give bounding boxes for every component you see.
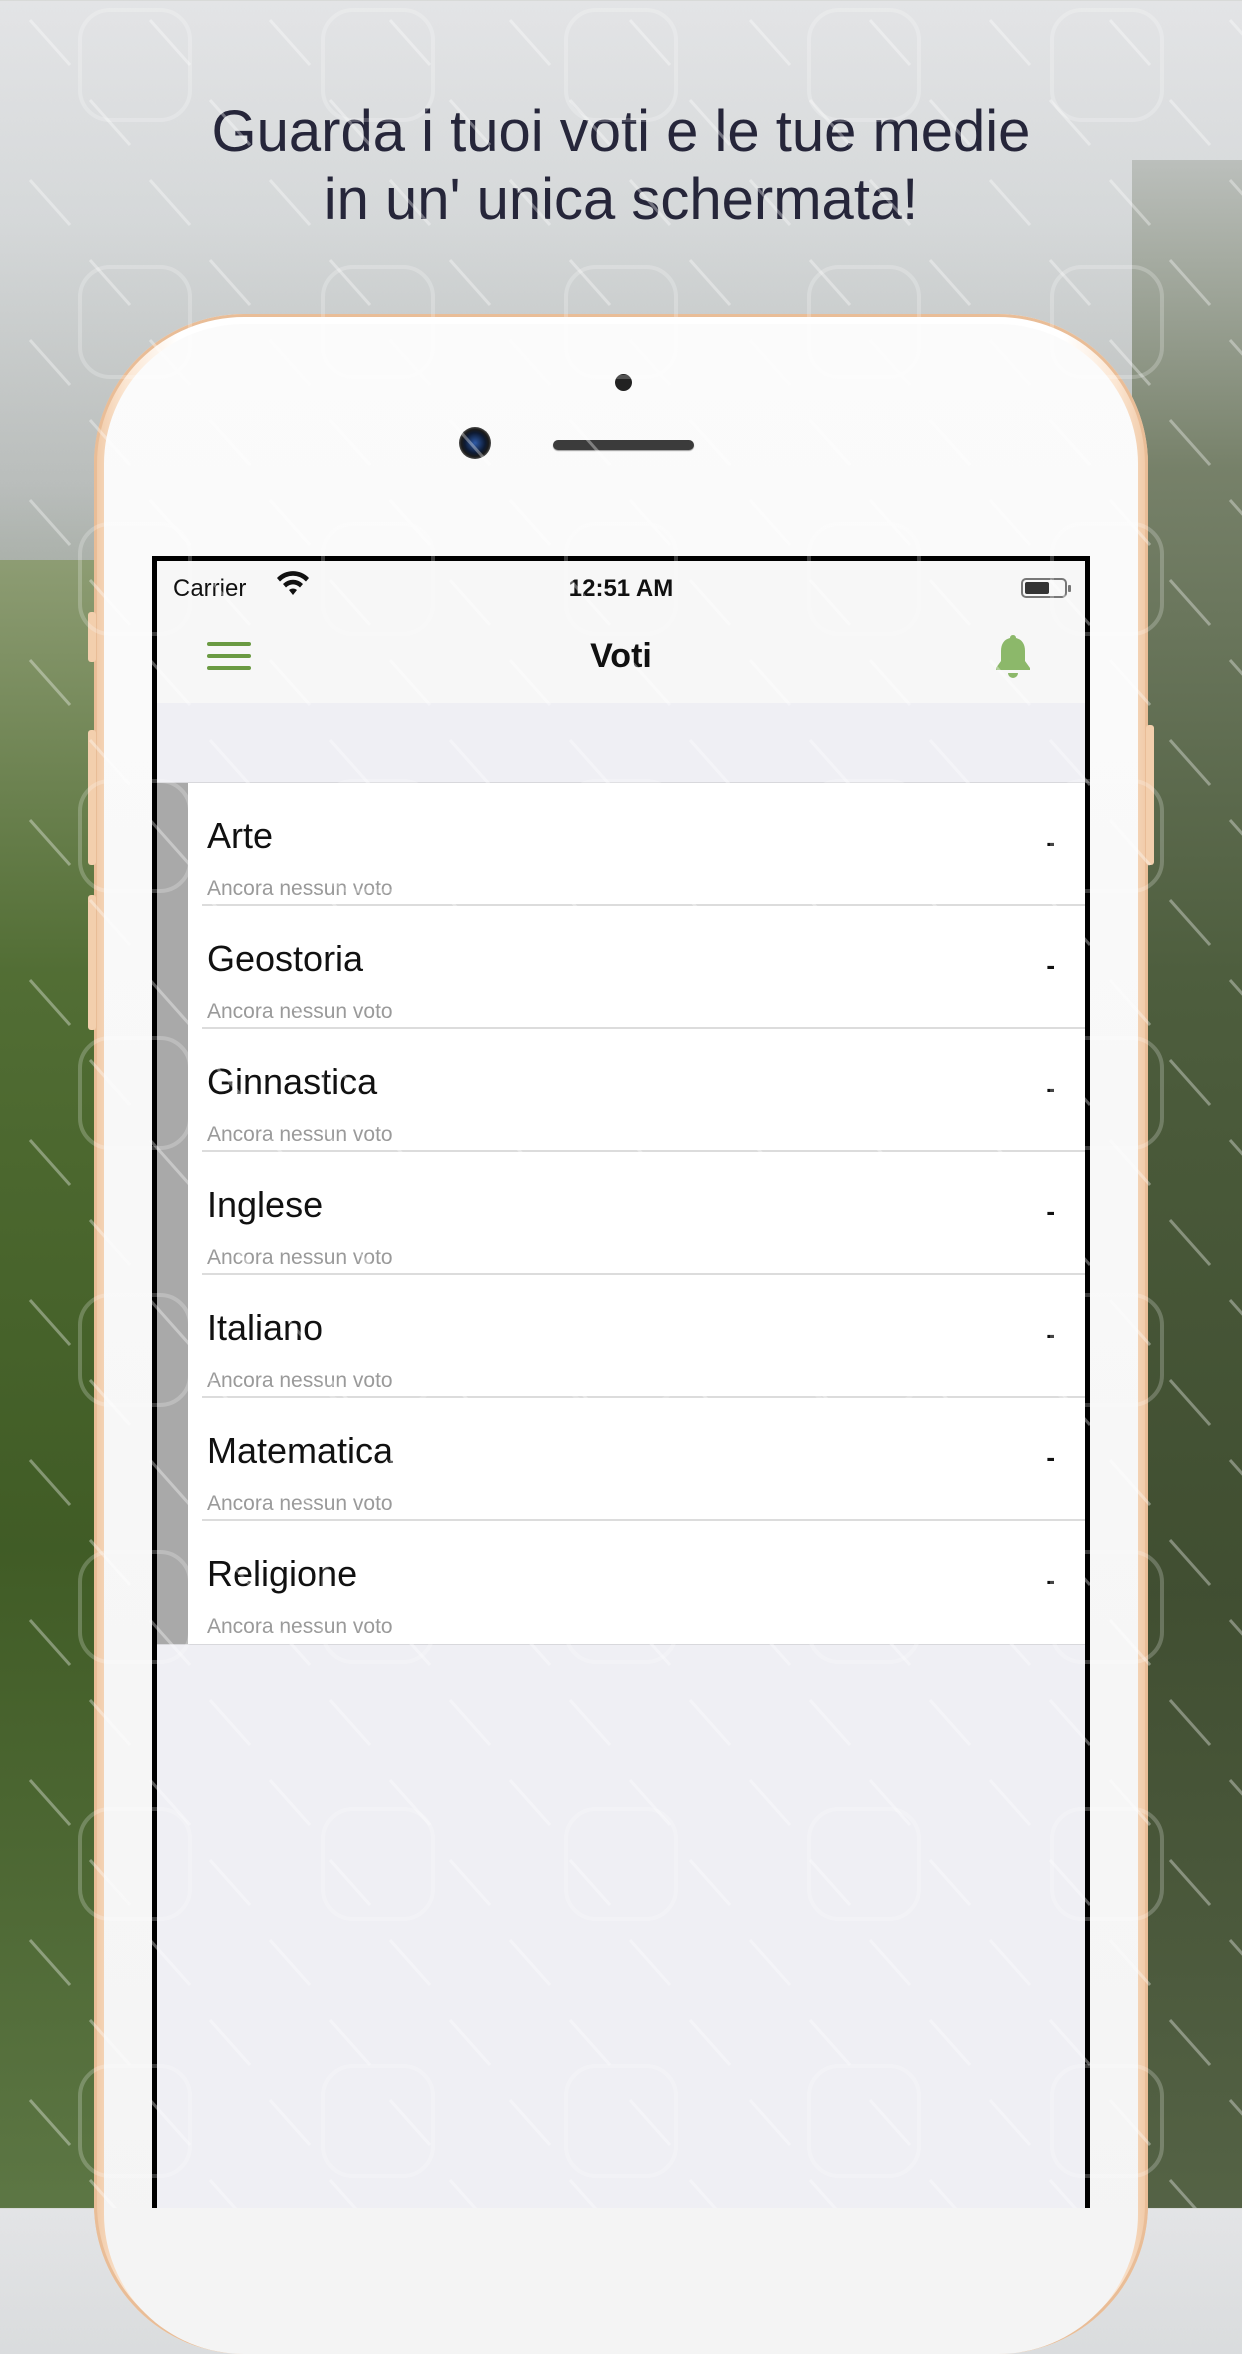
- subject-average: -: [1046, 827, 1055, 857]
- subject-name: Matematica: [207, 1430, 394, 1471]
- subject-name: Geostoria: [207, 938, 364, 979]
- earpiece-speaker: [553, 440, 694, 450]
- subjects-list: Arte Ancora nessun voto - Geostoria Ancora n…: [157, 782, 1085, 1645]
- subject-average: -: [1046, 1565, 1055, 1595]
- subject-average: -: [1046, 1319, 1055, 1349]
- page-title: Voti: [590, 637, 652, 675]
- status-time: 12:51 AM: [568, 575, 674, 602]
- subject-name: Ginnastica: [207, 1061, 378, 1102]
- subject-average: -: [1046, 950, 1055, 980]
- subject-name: Italiano: [207, 1307, 324, 1348]
- promo-headline: Guarda i tuoi voti e le tue medie in un'…: [0, 98, 1242, 234]
- subject-average: -: [1046, 1196, 1055, 1226]
- subject-row[interactable]: Italiano Ancora nessun voto -: [157, 1275, 1085, 1398]
- subject-status: Ancora nessun voto: [207, 877, 393, 900]
- subject-row[interactable]: Ginnastica Ancora nessun voto -: [157, 1029, 1085, 1152]
- subject-average: -: [1046, 1442, 1055, 1472]
- subject-name: Religione: [207, 1553, 358, 1594]
- proximity-sensor: [615, 374, 632, 391]
- promo-headline-line-1: Guarda i tuoi voti e le tue medie: [211, 99, 1031, 164]
- subject-row[interactable]: Religione Ancora nessun voto -: [157, 1521, 1085, 1644]
- phone-screen: Carrier 12:51 AM Voti Arte Ancora nessun…: [152, 556, 1090, 2208]
- front-camera: [459, 427, 491, 459]
- subject-row[interactable]: Arte Ancora nessun voto -: [157, 783, 1085, 906]
- status-bar: Carrier 12:51 AM: [157, 561, 1085, 615]
- background-right: [1132, 160, 1242, 2208]
- subject-name: Arte: [207, 815, 274, 856]
- battery-icon: [1021, 578, 1071, 598]
- phone-mute-switch: [88, 612, 96, 662]
- subject-status: Ancora nessun voto: [207, 1369, 393, 1392]
- app-screen: Carrier 12:51 AM Voti Arte Ancora nessun…: [157, 561, 1085, 2208]
- navigation-bar: Voti: [157, 615, 1085, 703]
- phone-power-button: [1146, 725, 1154, 865]
- subject-average: -: [1046, 1073, 1055, 1103]
- subject-name: Inglese: [207, 1184, 324, 1225]
- subject-row[interactable]: Matematica Ancora nessun voto -: [157, 1398, 1085, 1521]
- subject-status: Ancora nessun voto: [207, 1123, 393, 1146]
- subject-row[interactable]: Inglese Ancora nessun voto -: [157, 1152, 1085, 1275]
- subject-status: Ancora nessun voto: [207, 1492, 393, 1515]
- subject-status: Ancora nessun voto: [207, 1615, 393, 1638]
- subject-row[interactable]: Geostoria Ancora nessun voto -: [157, 906, 1085, 1029]
- bell-icon[interactable]: [991, 631, 1035, 681]
- subject-status: Ancora nessun voto: [207, 1000, 393, 1023]
- phone-volume-down: [88, 895, 96, 1030]
- promo-headline-line-2: in un' unica schermata!: [323, 167, 919, 232]
- subject-status: Ancora nessun voto: [207, 1246, 393, 1269]
- phone-volume-up: [88, 730, 96, 865]
